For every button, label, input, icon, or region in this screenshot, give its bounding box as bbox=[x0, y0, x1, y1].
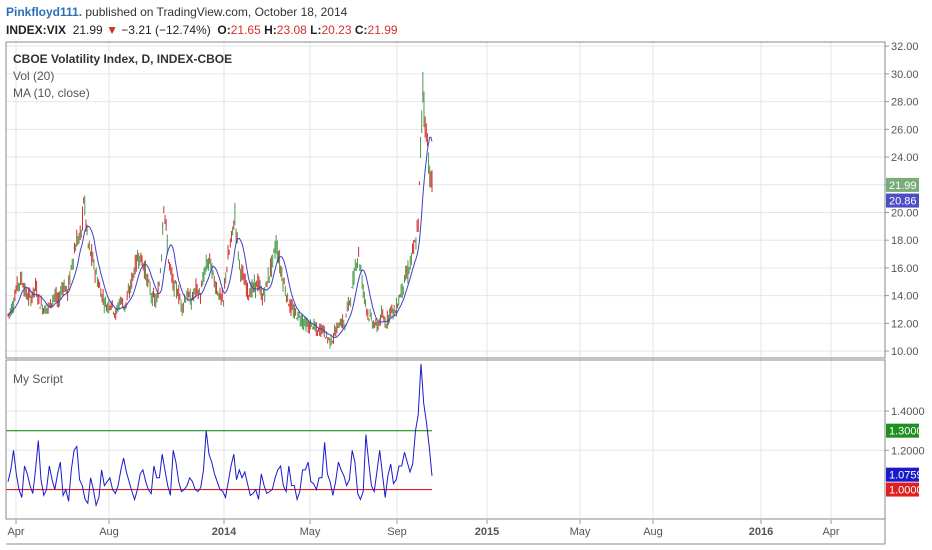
x-tick-label: 2014 bbox=[212, 526, 237, 538]
series-title[interactable]: CBOE Volatility Index, D, INDEX-CBOE bbox=[13, 52, 232, 66]
ma-line bbox=[7, 136, 433, 339]
y-tick-label: 28.00 bbox=[891, 97, 919, 109]
close-value: 21.99 bbox=[367, 23, 398, 37]
last-price-tag: 21.99 bbox=[886, 177, 919, 192]
script-pane-frame bbox=[5, 359, 886, 520]
open-label: O: bbox=[217, 23, 231, 37]
script-y-tick-label: 1.2000 bbox=[891, 445, 925, 457]
high-value: 23.08 bbox=[276, 23, 307, 37]
x-tick-label: Sep bbox=[387, 526, 407, 538]
y-tick-label: 24.00 bbox=[891, 152, 919, 164]
y-tick-label: 32.00 bbox=[891, 41, 919, 53]
published-text: published on TradingView.com, October 18… bbox=[82, 5, 348, 19]
y-tick-label: 10.00 bbox=[891, 346, 919, 358]
symbol-label: INDEX:VIX bbox=[6, 23, 67, 37]
script-legend[interactable]: My Script bbox=[13, 372, 63, 386]
price-axis[interactable]: 32.0030.0028.0026.0024.0022.0020.0018.00… bbox=[885, 41, 925, 497]
script-value-tag-text: 1.0759 bbox=[889, 470, 923, 482]
x-tick-label: Apr bbox=[7, 526, 24, 538]
grid bbox=[6, 42, 885, 519]
x-tick-label: May bbox=[300, 526, 321, 538]
y-tick-label: 30.00 bbox=[891, 69, 919, 81]
high-label: H: bbox=[264, 23, 277, 37]
script-y-tick-label: 1.4000 bbox=[891, 406, 925, 418]
ma-value-tag-text: 20.86 bbox=[889, 196, 917, 208]
lower-level-tag: 1.0000 bbox=[886, 482, 923, 497]
price-pane-frame bbox=[5, 41, 886, 359]
lower-level-tag-text: 1.0000 bbox=[889, 485, 923, 497]
y-tick-label: 26.00 bbox=[891, 124, 919, 136]
chart-canvas[interactable]: 32.0030.0028.0026.0024.0022.0020.0018.00… bbox=[0, 40, 932, 550]
down-arrow-icon: ▼ bbox=[106, 23, 118, 37]
quote-line: INDEX:VIX 21.99 ▼ −3.21 (−12.74%) O:21.6… bbox=[6, 21, 926, 39]
upper-level-tag-text: 1.3000 bbox=[889, 426, 923, 438]
script-pane[interactable] bbox=[6, 363, 433, 508]
time-axis[interactable]: Apr Aug 2014 May Sep 2015 May Aug 2016 Apr bbox=[7, 520, 840, 538]
price-change: −3.21 (−12.74%) bbox=[121, 23, 211, 37]
last-price-tag-text: 21.99 bbox=[889, 180, 917, 192]
y-tick-label: 16.00 bbox=[891, 263, 919, 275]
y-tick-label: 14.00 bbox=[891, 291, 919, 303]
x-tick-label: May bbox=[570, 526, 591, 538]
y-tick-label: 20.00 bbox=[891, 207, 919, 219]
price-pane[interactable] bbox=[7, 71, 433, 349]
script-value-tag: 1.0759 bbox=[886, 467, 923, 482]
y-tick-label: 12.00 bbox=[891, 318, 919, 330]
x-tick-label: 2015 bbox=[475, 526, 499, 538]
ma-value-tag: 20.86 bbox=[886, 193, 919, 208]
close-label: C: bbox=[354, 23, 368, 37]
low-value: 20.23 bbox=[321, 23, 352, 37]
volume-legend[interactable]: Vol (20) bbox=[13, 69, 54, 83]
chart-header: Pinkfloyd111. published on TradingView.c… bbox=[6, 3, 926, 41]
last-price: 21.99 bbox=[72, 23, 103, 37]
pane-frames bbox=[5, 41, 886, 545]
x-tick-label: Apr bbox=[822, 526, 839, 538]
x-tick-label: Aug bbox=[99, 526, 119, 538]
author-link[interactable]: Pinkfloyd111. bbox=[6, 5, 82, 19]
script-line bbox=[7, 363, 433, 508]
x-tick-label: Aug bbox=[643, 526, 663, 538]
publish-line: Pinkfloyd111. published on TradingView.c… bbox=[6, 3, 926, 21]
low-label: L: bbox=[310, 23, 322, 37]
x-tick-label: 2016 bbox=[749, 526, 773, 538]
open-value: 21.65 bbox=[230, 23, 261, 37]
y-tick-label: 18.00 bbox=[891, 235, 919, 247]
upper-level-tag: 1.3000 bbox=[886, 423, 923, 438]
ma-legend[interactable]: MA (10, close) bbox=[13, 86, 90, 100]
